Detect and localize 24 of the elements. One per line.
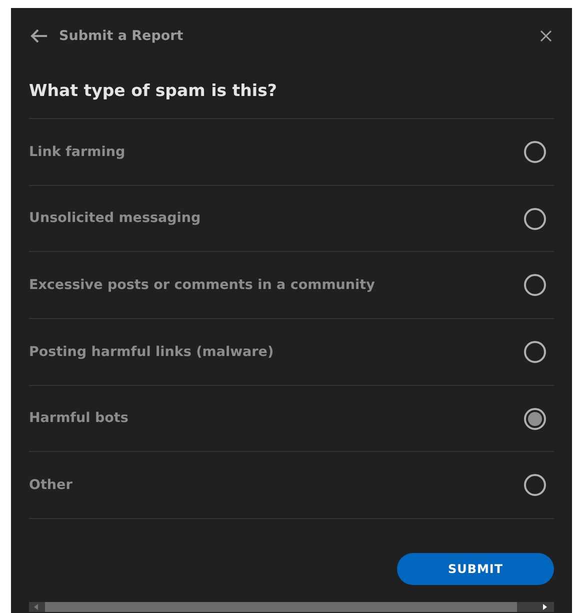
close-button[interactable] <box>538 28 554 44</box>
option-row[interactable]: Unsolicited messaging <box>29 186 554 252</box>
option-row[interactable]: Excessive posts or comments in a community <box>29 252 554 320</box>
radio-button[interactable] <box>524 208 546 230</box>
option-row[interactable]: Posting harmful links (malware) <box>29 319 554 386</box>
radio-button[interactable] <box>524 474 546 496</box>
option-label: Other <box>29 476 72 496</box>
option-row[interactable]: Harmful bots <box>29 386 554 452</box>
submit-button[interactable]: SUBMIT <box>397 553 554 586</box>
option-row[interactable]: Other <box>29 452 554 520</box>
option-label: Posting harmful links (malware) <box>29 342 274 362</box>
close-icon <box>540 30 552 42</box>
dialog-title: Submit a Report <box>59 26 184 46</box>
option-label: Link farming <box>29 142 126 162</box>
back-arrow-icon <box>30 28 48 44</box>
option-row[interactable]: Link farming <box>29 119 554 186</box>
question-heading: What type of spam is this? <box>29 80 277 102</box>
radio-button[interactable] <box>524 274 546 296</box>
option-label: Excessive posts or comments in a community <box>29 276 375 296</box>
option-label: Harmful bots <box>29 409 128 428</box>
radio-button[interactable] <box>524 408 546 430</box>
radio-button[interactable] <box>524 340 546 363</box>
radio-button[interactable] <box>524 140 546 163</box>
option-label: Unsolicited messaging <box>29 209 201 228</box>
